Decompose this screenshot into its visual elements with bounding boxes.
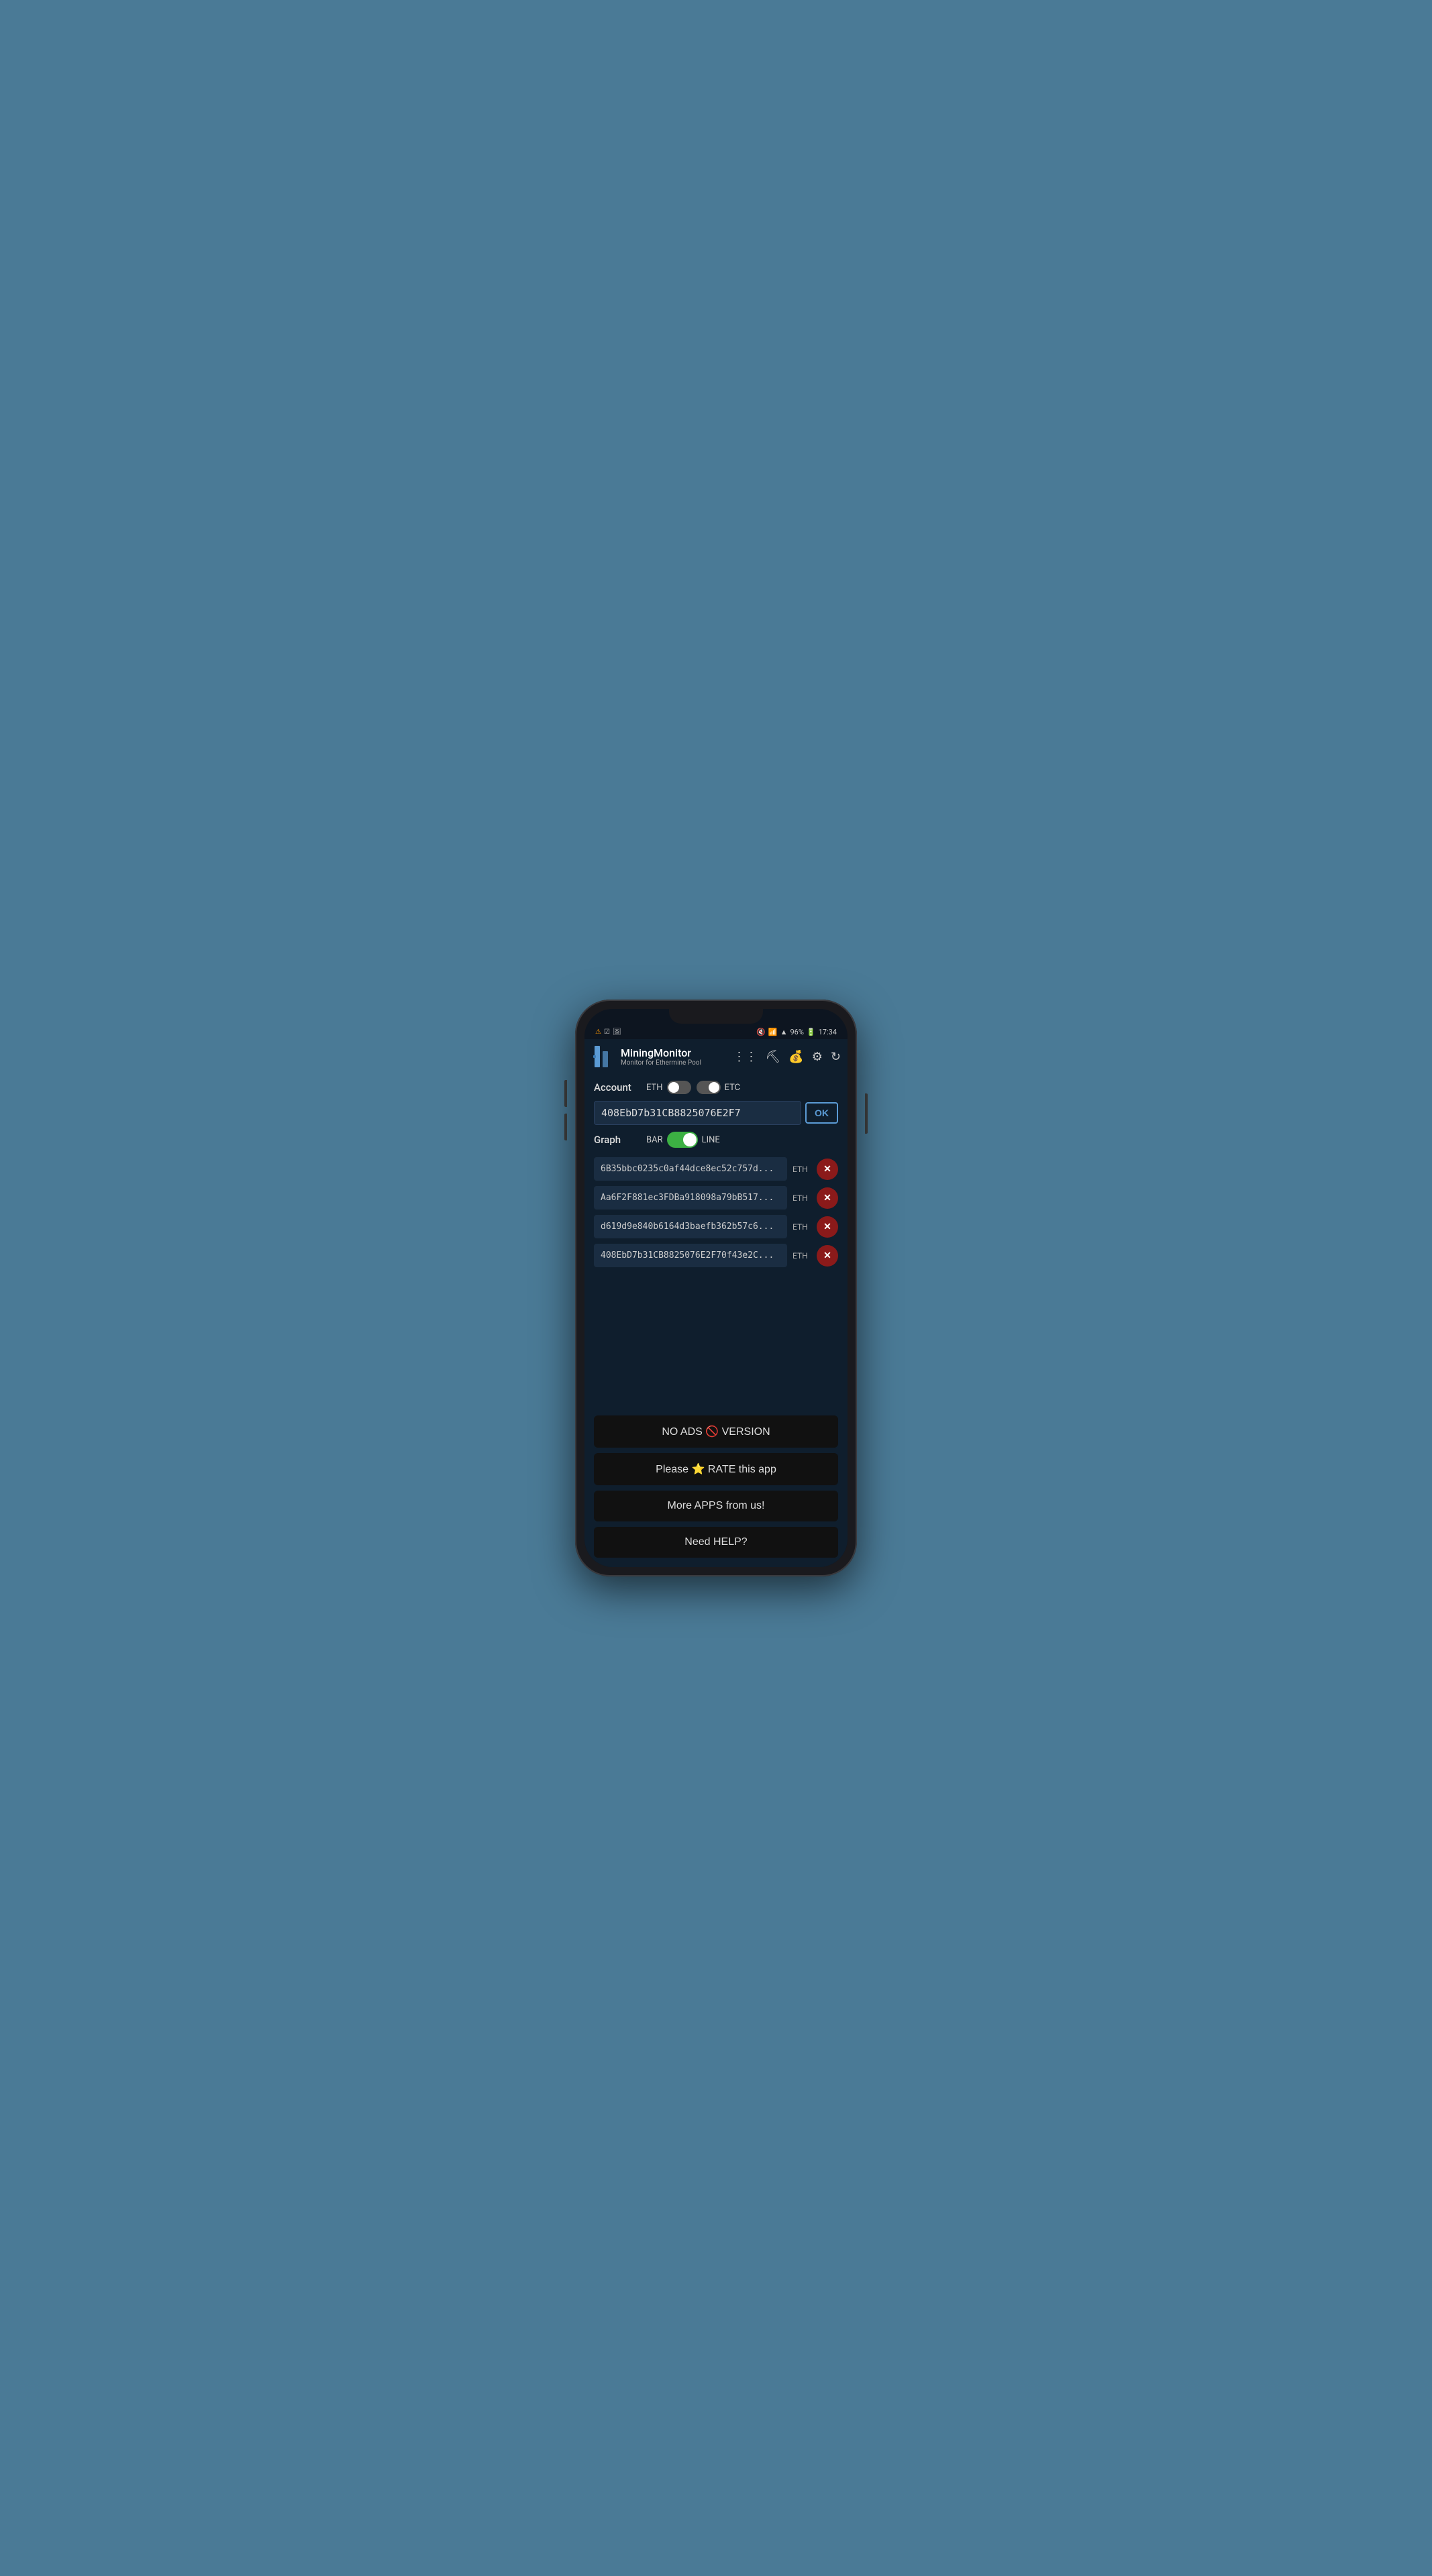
no-ads-button[interactable]: NO ADS 🚫 VERSION [594, 1415, 838, 1448]
wallet-icon[interactable]: 💰 [788, 1050, 803, 1064]
time-display: 17:34 [819, 1028, 837, 1036]
eth-toggle-group: ETH [646, 1081, 691, 1094]
eth-toggle[interactable] [667, 1081, 691, 1094]
graph-label: Graph [594, 1134, 641, 1146]
etc-toggle-group: ETC [697, 1081, 741, 1094]
eth-type-3: ETH [792, 1222, 811, 1232]
eth-label: ETH [646, 1083, 663, 1093]
network-icon[interactable]: ⋮⋮ [733, 1050, 757, 1064]
pickaxe-icon[interactable]: ⛏ [765, 1050, 780, 1064]
help-button[interactable]: Need HELP? [594, 1527, 838, 1558]
bottom-area: NO ADS 🚫 VERSION Please ⭐ RATE this app … [584, 1409, 848, 1567]
status-bar: ⚠ ☑ 🖼 🔇 📶 ▲ 96% 🔋 17:34 [584, 1024, 848, 1039]
account-list: 6B35bbc0235c0af44dce8ec52c757d... ETH ✕ … [594, 1157, 838, 1267]
eth-type-2: ETH [792, 1193, 811, 1203]
account-address-4[interactable]: 408EbD7b31CB8825076E2F70f43e2C... [594, 1244, 787, 1267]
refresh-icon[interactable]: ↻ [831, 1050, 841, 1064]
image-icon: 🖼 [613, 1028, 621, 1036]
delete-btn-1[interactable]: ✕ [817, 1159, 838, 1180]
phone-notch [669, 1009, 763, 1024]
app-subtitle: Monitor for Ethermine Pool [621, 1059, 727, 1067]
account-label: Account [594, 1081, 641, 1093]
status-right-icons: 🔇 📶 ▲ 96% 🔋 17:34 [756, 1028, 837, 1036]
delete-btn-2[interactable]: ✕ [817, 1187, 838, 1209]
app-title: MiningMonitor [621, 1046, 727, 1059]
delete-btn-3[interactable]: ✕ [817, 1216, 838, 1238]
ok-button[interactable]: OK [805, 1102, 838, 1124]
mute-icon: 🔇 [756, 1028, 766, 1036]
logo-svg [593, 1044, 613, 1069]
bar-label: BAR [646, 1135, 663, 1145]
graph-toggle[interactable] [667, 1132, 698, 1148]
account-address-3[interactable]: d619d9e840b6164d3baefb362b57c6... [594, 1215, 787, 1238]
settings-icon[interactable]: ⚙ [812, 1050, 823, 1064]
address-input[interactable] [594, 1101, 801, 1125]
rate-button[interactable]: Please ⭐ RATE this app [594, 1453, 838, 1485]
line-label: LINE [702, 1135, 720, 1145]
app-toolbar-icons: ⋮⋮ ⛏ 💰 ⚙ ↻ [733, 1050, 841, 1064]
eth-type-1: ETH [792, 1165, 811, 1174]
graph-toggle-group: BAR LINE [646, 1132, 720, 1148]
app-bar: MiningMonitor Monitor for Ethermine Pool… [584, 1039, 848, 1074]
delete-btn-4[interactable]: ✕ [817, 1245, 838, 1267]
phone-device: ⚠ ☑ 🖼 🔇 📶 ▲ 96% 🔋 17:34 [575, 1000, 857, 1576]
list-item: 6B35bbc0235c0af44dce8ec52c757d... ETH ✕ [594, 1157, 838, 1181]
main-content: Account ETH ETC OK [584, 1074, 848, 1409]
wifi-icon: 📶 [768, 1028, 778, 1036]
phone-screen: ⚠ ☑ 🖼 🔇 📶 ▲ 96% 🔋 17:34 [584, 1009, 848, 1567]
graph-row: Graph BAR LINE [594, 1132, 838, 1148]
battery-percentage: 96% [790, 1028, 803, 1036]
address-input-row: OK [594, 1101, 838, 1125]
signal-icon: ▲ [780, 1028, 788, 1036]
more-apps-button[interactable]: More APPS from us! [594, 1491, 838, 1521]
etc-toggle[interactable] [697, 1081, 721, 1094]
account-address-1[interactable]: 6B35bbc0235c0af44dce8ec52c757d... [594, 1157, 787, 1181]
etc-label: ETC [725, 1083, 741, 1093]
eth-type-4: ETH [792, 1251, 811, 1260]
list-item: Aa6F2F881ec3FDBa918098a79bB517... ETH ✕ [594, 1186, 838, 1210]
battery-icon: 🔋 [807, 1028, 816, 1036]
status-left-icons: ⚠ ☑ 🖼 [595, 1028, 621, 1036]
app-title-block: MiningMonitor Monitor for Ethermine Pool [621, 1046, 727, 1067]
checkbox-icon: ☑ [604, 1028, 610, 1036]
list-item: 408EbD7b31CB8825076E2F70f43e2C... ETH ✕ [594, 1244, 838, 1267]
app-logo [591, 1044, 615, 1069]
account-address-2[interactable]: Aa6F2F881ec3FDBa918098a79bB517... [594, 1186, 787, 1210]
account-row: Account ETH ETC [594, 1081, 838, 1094]
list-item: d619d9e840b6164d3baefb362b57c6... ETH ✕ [594, 1215, 838, 1238]
warning-icon: ⚠ [595, 1028, 601, 1036]
